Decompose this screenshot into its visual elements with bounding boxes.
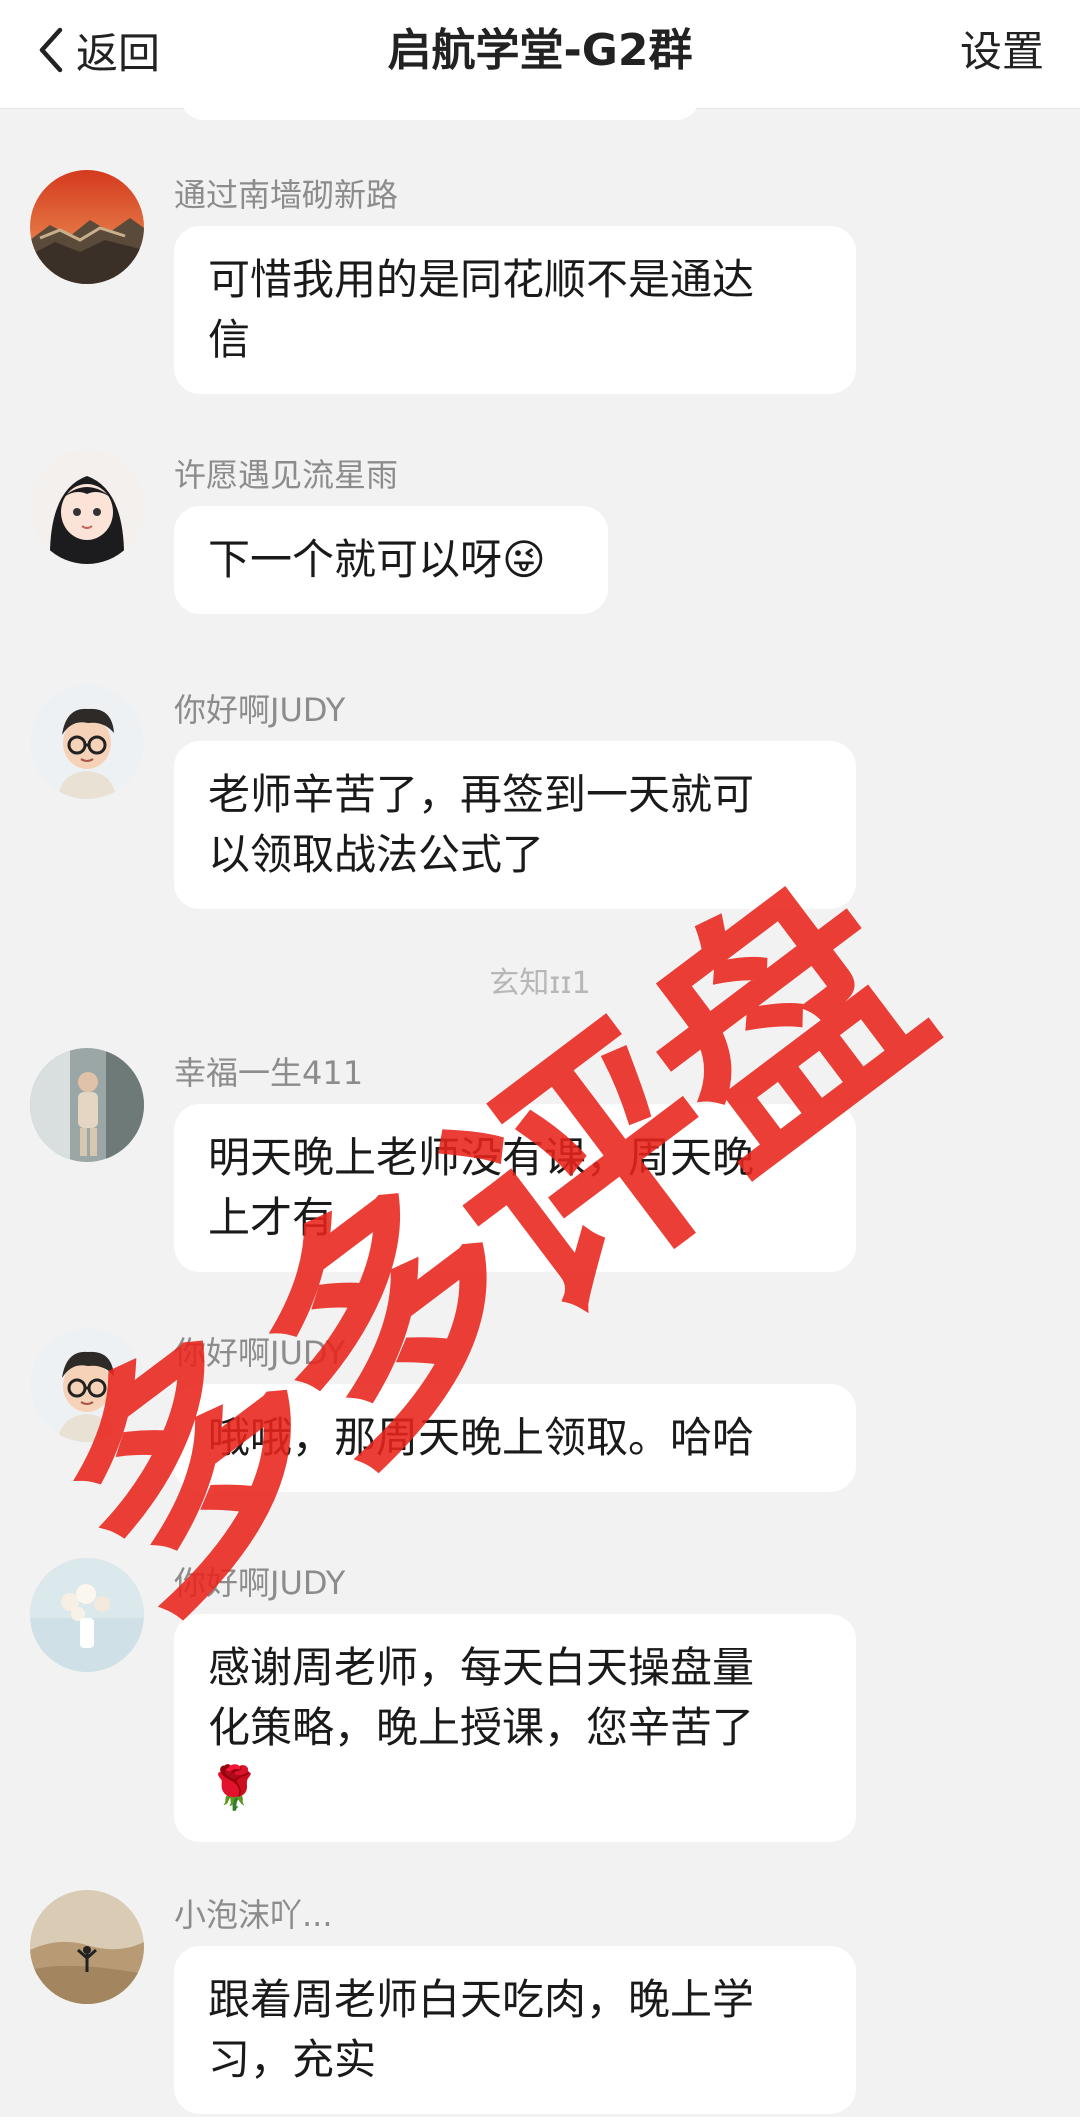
sender-name: 小泡沫吖... [174, 1896, 333, 1934]
message-text-line: 下一个就可以呀😜 [208, 535, 546, 584]
previous-message-bubble [180, 92, 700, 120]
message-text-line: 可惜我用的是同花顺不是通达 [208, 255, 755, 304]
sender-name: 你好啊JUDY [174, 691, 346, 729]
sender-name: 你好啊JUDY [174, 1334, 346, 1372]
sender-name: 许愿遇见流星雨 [174, 456, 399, 494]
anime-girl-avatar[interactable] [30, 450, 144, 564]
message-text-line: 感谢周老师，每天白天操盘量 [208, 1643, 755, 1692]
time-divider-label: 玄知ɪɪ1 [475, 962, 605, 1005]
message-bubble[interactable]: 明天晚上老师没有课，周天晚 上才有 [174, 1104, 856, 1272]
message-text-line: 以领取战法公式了 [208, 830, 545, 879]
cartoon-boy-glasses-avatar[interactable] [30, 685, 144, 799]
message-bubble[interactable]: 老师辛苦了，再签到一天就可 以领取战法公式了 [174, 741, 856, 909]
sender-name: 幸福一生411 [174, 1054, 364, 1092]
message-text-line: 信 [208, 315, 251, 364]
flower-vase-avatar[interactable] [30, 1558, 144, 1672]
message-text-line: 明天晚上老师没有课，周天晚 [208, 1133, 755, 1182]
message-bubble[interactable]: 下一个就可以呀😜 [174, 506, 608, 614]
message-bubble[interactable]: 可惜我用的是同花顺不是通达 信 [174, 226, 856, 394]
time-divider: 玄知ɪɪ1 [0, 958, 1080, 1005]
back-label: 返回 [76, 28, 161, 78]
message-text-line: 化策略，晚上授课，您辛苦了 [208, 1703, 755, 1752]
cartoon-boy-glasses-avatar[interactable] [30, 1328, 144, 1442]
message-bubble[interactable]: 感谢周老师，每天白天操盘量 化策略，晚上授课，您辛苦了 🌹 [174, 1614, 856, 1842]
message-text-line: 哦哦，那周天晚上领取。哈哈 [208, 1413, 755, 1462]
message-text-line: 🌹 [208, 1763, 261, 1812]
chat-title: 启航学堂-G2群 [387, 25, 693, 76]
message-text-line: 习，充实 [208, 2035, 377, 2084]
sender-name: 你好啊JUDY [174, 1564, 346, 1602]
message-text-line: 老师辛苦了，再签到一天就可 [208, 770, 755, 819]
message-bubble[interactable]: 跟着周老师白天吃肉，晚上学 习，充实 [174, 1946, 856, 2114]
settings-button[interactable]: 设置 [960, 18, 1044, 79]
message-bubble[interactable]: 哦哦，那周天晚上领取。哈哈 [174, 1384, 856, 1492]
chevron-left-icon [39, 27, 63, 73]
sender-name: 通过南墙砌新路 [174, 176, 399, 214]
back-button[interactable]: 返回 [36, 18, 160, 82]
great-wall-sunset-avatar[interactable] [30, 170, 144, 284]
desert-silhouette-avatar[interactable] [30, 1890, 144, 2004]
message-text-line: 上才有 [208, 1193, 335, 1242]
person-photo-avatar[interactable] [30, 1048, 144, 1162]
message-text-line: 跟着周老师白天吃肉，晚上学 [208, 1975, 755, 2024]
